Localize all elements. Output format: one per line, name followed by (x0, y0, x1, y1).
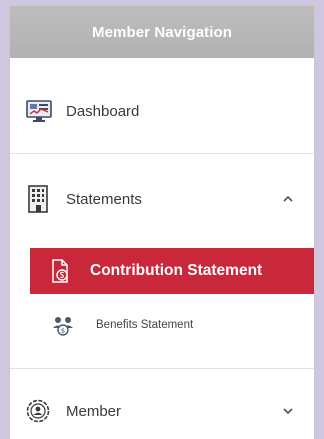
building-icon (26, 185, 50, 213)
nav-item-dashboard[interactable]: Dashboard (10, 88, 314, 134)
divider (10, 368, 314, 369)
sidebar-frame: Member Navigation Dashboard Statements C… (10, 0, 320, 439)
nav-subitem-benefits-statement[interactable]: $ Benefits Statement (30, 302, 314, 348)
nav-subitem-benefits-statement-label: Benefits Statement (96, 319, 194, 331)
nav-subitem-contribution-statement-label: Contribution Statement (90, 262, 263, 279)
member-settings-icon (26, 399, 50, 423)
panel-title: Member Navigation (91, 23, 233, 41)
member-navigation-panel: Member Navigation Dashboard Statements C… (10, 6, 314, 439)
nav-item-statements-label: Statements (66, 190, 142, 208)
nav-item-dashboard-label: Dashboard (66, 102, 140, 120)
nav-item-member-label: Member (66, 402, 122, 420)
dashboard-icon (26, 99, 52, 123)
nav-subitem-contribution-statement[interactable]: Contribution Statement (30, 248, 314, 294)
nav-item-member[interactable]: Member (10, 388, 314, 434)
chevron-down-icon[interactable] (280, 403, 296, 419)
nav-item-statements[interactable]: Statements (10, 176, 314, 222)
panel-header: Member Navigation (10, 6, 314, 58)
document-money-icon (50, 259, 70, 283)
chevron-up-icon[interactable] (280, 191, 296, 207)
svg-text:$: $ (61, 327, 65, 335)
people-money-icon: $ (52, 314, 74, 336)
divider (10, 153, 314, 154)
